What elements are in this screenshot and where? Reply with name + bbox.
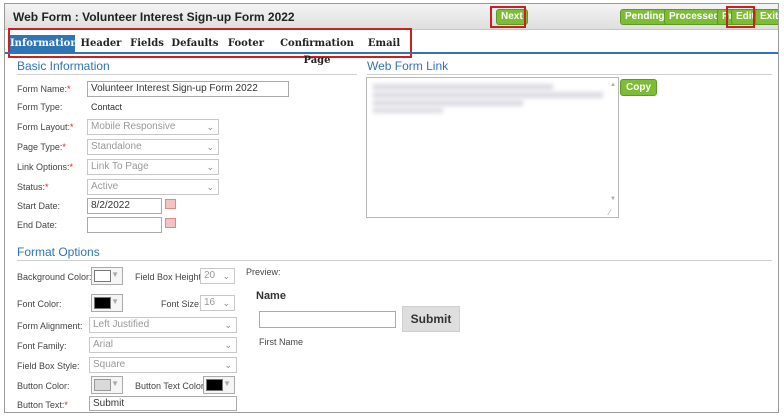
window-title: Web Form : Volunteer Interest Sign-up Fo…: [13, 10, 295, 24]
color-swatch: [94, 270, 111, 282]
button-text-color-label: Button Text Color:: [135, 381, 207, 391]
chevron-down-icon: ⌄: [224, 320, 232, 330]
chevron-down-icon: ▼: [223, 379, 231, 388]
chevron-down-icon: ⌄: [206, 182, 214, 192]
exit-button[interactable]: Exit: [755, 9, 778, 25]
preview-first-name-input[interactable]: [259, 311, 396, 328]
chevron-down-icon: ⌄: [222, 271, 230, 281]
font-size-label: Font Size:: [161, 299, 202, 309]
font-family-select[interactable]: Arial ⌄: [89, 337, 237, 353]
chevron-down-icon: ⌄: [224, 360, 232, 370]
chevron-down-icon: ⌄: [224, 340, 232, 350]
font-family-label: Font Family:: [17, 341, 67, 351]
background-color-picker[interactable]: ▼: [91, 267, 123, 285]
form-alignment-select[interactable]: Left Justified ⌄: [89, 317, 237, 333]
copy-button[interactable]: Copy: [620, 79, 657, 96]
button-color-picker[interactable]: ▼: [91, 376, 123, 394]
tab-confirmation-page[interactable]: Confirmation Page: [271, 35, 363, 66]
field-box-style-select[interactable]: Square ⌄: [89, 357, 237, 373]
web-form-link-title: Web Form Link: [367, 59, 449, 73]
chevron-down-icon: ⌄: [206, 162, 214, 172]
basic-info-title: Basic Information: [17, 59, 110, 73]
preview-submit-button[interactable]: Submit: [402, 306, 460, 332]
link-options-select[interactable]: Link To Page ⌄: [87, 159, 219, 175]
button-text-color-picker[interactable]: ▼: [203, 376, 235, 394]
font-color-picker[interactable]: ▼: [91, 294, 123, 312]
tab-footer[interactable]: Footer: [223, 35, 269, 52]
status-label: Status:*: [17, 182, 49, 192]
page-type-label: Page Type:*: [17, 142, 66, 152]
chevron-down-icon: ▼: [111, 270, 119, 279]
resize-handle-icon[interactable]: ∕: [609, 208, 610, 217]
tab-defaults[interactable]: Defaults: [169, 35, 221, 52]
preview-heading: Name: [256, 290, 286, 302]
form-name-input[interactable]: Volunteer Interest Sign-up Form 2022: [87, 81, 289, 97]
color-swatch: [94, 379, 111, 391]
tab-bar: Information Header Fields Defaults Foote…: [5, 35, 778, 66]
pending-button[interactable]: Pending: [620, 9, 670, 25]
blurred-link-text: [373, 92, 603, 98]
chevron-down-icon: ▼: [111, 297, 119, 306]
font-color-label: Font Color:: [17, 299, 62, 309]
tab-information[interactable]: Information: [10, 35, 78, 52]
form-layout-label: Form Layout:*: [17, 122, 74, 132]
color-swatch: [94, 297, 111, 309]
format-options-title: Format Options: [17, 245, 100, 259]
form-type-label: Form Type:: [17, 102, 63, 112]
button-color-label: Button Color:: [17, 381, 70, 391]
blurred-link-text: [373, 108, 443, 113]
end-date-input[interactable]: [87, 217, 162, 233]
font-size-select[interactable]: 16 ⌄: [200, 295, 235, 311]
chevron-down-icon: ⌄: [206, 142, 214, 152]
blurred-link-text: [373, 84, 553, 90]
end-date-label: End Date:: [17, 220, 58, 230]
form-type-value: Contact: [91, 102, 123, 112]
calendar-icon[interactable]: [165, 199, 176, 209]
textarea-scrollbar[interactable]: ▲ ▼ ∕: [608, 78, 618, 217]
calendar-icon[interactable]: [165, 218, 176, 228]
status-select[interactable]: Active ⌄: [87, 179, 219, 195]
preview-field-caption: First Name: [259, 337, 304, 347]
tab-header[interactable]: Header: [77, 35, 125, 52]
divider: [367, 74, 772, 75]
edit-highlight: [726, 6, 755, 28]
button-text-input[interactable]: Submit: [89, 396, 237, 411]
form-layout-select[interactable]: Mobile Responsive ⌄: [87, 119, 219, 135]
processed-button[interactable]: Processed: [664, 9, 725, 25]
field-box-height-select[interactable]: 20 ⌄: [200, 268, 235, 284]
divider: [17, 260, 772, 261]
chevron-down-icon: ⌄: [222, 298, 230, 308]
chevron-down-icon: ▼: [111, 379, 119, 388]
link-options-label: Link Options:*: [17, 162, 74, 172]
background-color-label: Background Color:: [17, 272, 92, 282]
chevron-down-icon: ⌄: [206, 122, 214, 132]
tab-email[interactable]: Email: [365, 35, 403, 52]
title-bar: Web Form : Volunteer Interest Sign-up Fo…: [5, 4, 778, 30]
start-date-input[interactable]: 8/2/2022: [87, 198, 162, 214]
web-form-editor: Web Form : Volunteer Interest Sign-up Fo…: [4, 3, 779, 413]
web-form-link-textarea[interactable]: ▲ ▼ ∕: [366, 77, 619, 218]
start-date-label: Start Date:: [17, 201, 61, 211]
form-alignment-label: Form Alignment:: [17, 321, 83, 331]
scroll-down-icon[interactable]: ▼: [610, 196, 616, 202]
field-box-style-label: Field Box Style:: [17, 361, 80, 371]
next-highlight: [490, 6, 526, 28]
button-text-label: Button Text:*: [17, 400, 68, 410]
field-box-height-label: Field Box Height:: [135, 272, 204, 282]
tab-fields[interactable]: Fields: [127, 35, 167, 52]
divider: [17, 74, 357, 75]
blurred-link-text: [373, 100, 523, 106]
preview-label: Preview:: [246, 267, 281, 277]
color-swatch: [206, 379, 223, 391]
page-type-select[interactable]: Standalone ⌄: [87, 139, 219, 155]
scroll-up-icon[interactable]: ▲: [610, 82, 616, 88]
form-name-label: Form Name:*: [17, 84, 71, 94]
